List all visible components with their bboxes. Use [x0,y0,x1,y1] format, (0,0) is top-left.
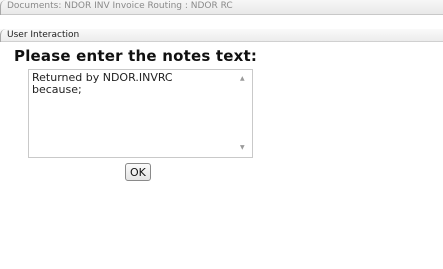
ok-button[interactable]: OK [125,163,151,181]
scroll-down-arrow-icon[interactable]: ▼ [240,145,245,151]
window-title-bar: Documents: NDOR INV Invoice Routing : ND… [0,0,443,15]
app-window: Documents: NDOR INV Invoice Routing : ND… [0,0,443,269]
window-title: Documents: NDOR INV Invoice Routing : ND… [7,1,233,11]
scroll-up-arrow-icon[interactable]: ▲ [240,76,245,82]
notes-textarea[interactable] [28,69,253,158]
notes-prompt-heading: Please enter the notes text: [14,47,258,65]
dialog-header: User Interaction [7,30,80,40]
dialog-header-bar: User Interaction [0,29,443,42]
